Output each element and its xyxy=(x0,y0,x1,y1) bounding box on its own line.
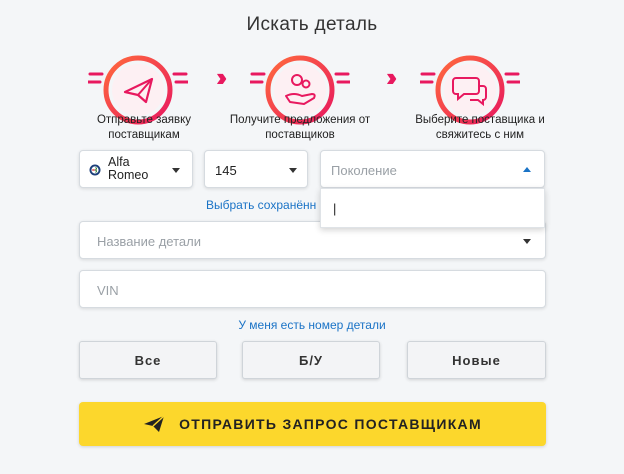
generation-search-input[interactable]: | xyxy=(333,201,336,216)
model-select[interactable]: 145 xyxy=(204,150,308,188)
vin-input[interactable]: VIN xyxy=(79,270,546,308)
step-1-caption: Отправьте заявку поставщикам xyxy=(96,114,192,141)
step-2-caption: Получите предложения от поставщиков xyxy=(229,114,371,141)
step-1-decoration xyxy=(88,72,188,84)
brand-value: Alfa Romeo xyxy=(108,155,149,182)
condition-all-button[interactable]: Все xyxy=(79,341,217,379)
chevron-up-icon xyxy=(523,167,531,172)
part-number-link[interactable]: У меня есть номер детали xyxy=(0,318,624,332)
generation-placeholder: Поколение xyxy=(331,163,397,178)
chevron-down-icon xyxy=(523,239,531,244)
page-title: Искать деталь xyxy=(246,14,378,35)
double-chevron-right-icon: ›› xyxy=(386,62,398,92)
double-chevron-right-icon: ›› xyxy=(216,62,228,92)
submit-request-button[interactable]: ОТПРАВИТЬ ЗАПРОС ПОСТАВЩИКАМ xyxy=(79,402,546,446)
generation-select[interactable]: Поколение xyxy=(320,150,545,188)
alfa-romeo-logo-icon xyxy=(89,164,101,176)
step-3-decoration xyxy=(420,72,520,84)
step-3-caption: Выберите поставщика и свяжитесь с ним xyxy=(415,114,545,141)
part-name-placeholder: Название детали xyxy=(97,234,201,249)
paper-plane-icon xyxy=(144,415,165,432)
model-value: 145 xyxy=(215,163,237,178)
step-2-decoration xyxy=(250,72,350,84)
saved-selection-link[interactable]: Выбрать сохранённ xyxy=(206,198,316,212)
brand-select[interactable]: Alfa Romeo xyxy=(79,150,193,188)
generation-dropdown-menu[interactable]: | xyxy=(320,188,545,228)
chevron-down-icon xyxy=(172,168,180,173)
condition-used-button[interactable]: Б/У xyxy=(242,341,380,379)
chevron-down-icon xyxy=(289,168,297,173)
submit-label: ОТПРАВИТЬ ЗАПРОС ПОСТАВЩИКАМ xyxy=(179,416,482,432)
condition-new-button[interactable]: Новые xyxy=(407,341,546,379)
vin-placeholder: VIN xyxy=(97,283,119,298)
